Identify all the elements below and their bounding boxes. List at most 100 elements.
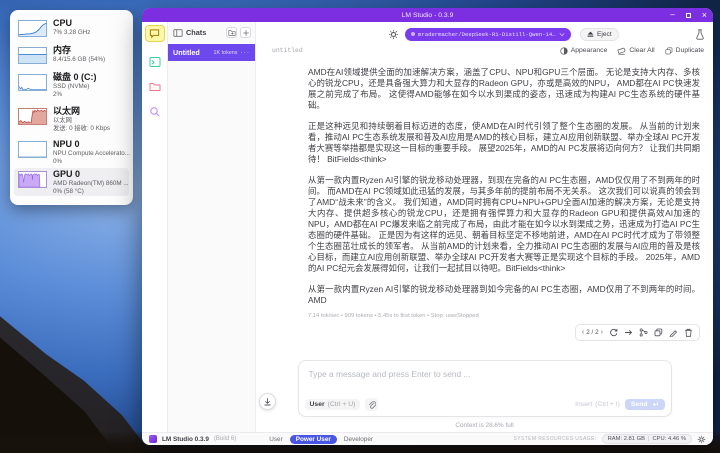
eject-label: Eject <box>597 31 612 38</box>
chat-token-count: 1K tokens <box>214 50 238 56</box>
paperclip-icon <box>367 400 376 409</box>
half-circle-icon <box>560 47 568 55</box>
tab-discover[interactable] <box>148 105 162 119</box>
mode-tab-developer[interactable]: Developer <box>344 436 373 443</box>
resources-label: SYSTEM RESOURCES USAGE: <box>513 436 596 442</box>
status-bar: LM Studio 0.3.9 (Build 6) User Power Use… <box>142 432 713 445</box>
download-arrow-icon <box>263 397 272 406</box>
mode-tab-user[interactable]: User <box>269 436 283 443</box>
memory-row[interactable]: 内存 8.4/15.6 GB (54%) <box>14 44 129 71</box>
ethernet-row[interactable]: 以太网 以太网 发送: 0 接收: 0 Kbps <box>14 105 129 138</box>
folder-icon <box>149 81 161 93</box>
left-rail <box>142 22 168 432</box>
chat-breadcrumb: untitled <box>272 47 303 54</box>
chats-panel-title: Chats <box>186 28 206 37</box>
settings-gear-icon[interactable] <box>697 435 706 444</box>
cpu-graph <box>18 20 47 37</box>
gpu-row[interactable]: GPU 0 AMD Radeon(TM) 860M ... 0% (58 °C) <box>14 168 129 196</box>
delete-icon[interactable] <box>684 328 693 337</box>
chat-bubble-icon <box>149 28 160 39</box>
memory-usage: 8.4/15.6 GB (54%) <box>53 56 105 64</box>
ethernet-throughput: 发送: 0 接收: 0 Kbps <box>53 125 110 133</box>
assistant-message-paragraph: 从第一款内置Ryzen AI引擎的锐龙移动处理器，到现在完备的AI PC生态圈，… <box>308 175 700 274</box>
attach-file-button[interactable] <box>365 398 378 411</box>
lm-studio-window: LM Studio - 0.3.9 – × <box>142 8 713 445</box>
flask-icon[interactable] <box>695 29 705 40</box>
message-input[interactable]: Type a message and press Enter to send .… <box>298 360 672 417</box>
assistant-message-paragraph: 正是这种远见和持续朝着目标迈进的态度，使AMD在AI时代引领了整个生态圈的发展。… <box>308 121 700 165</box>
scroll-download-button[interactable] <box>259 393 276 410</box>
disk-graph <box>18 74 47 91</box>
previous-version-button[interactable]: ‹ <box>582 329 584 336</box>
new-chat-button[interactable] <box>240 27 251 38</box>
search-icon <box>149 106 161 118</box>
desktop: CPU 7% 3.28 GHz 内存 8.4/15.6 GB (54%) 磁盘 … <box>0 0 720 453</box>
regenerate-icon[interactable] <box>609 328 618 337</box>
cpu-row[interactable]: CPU 7% 3.28 GHz <box>14 17 129 44</box>
chat-more-button[interactable]: ··· <box>241 49 251 56</box>
minimize-button[interactable]: – <box>670 11 674 19</box>
tab-developer-console[interactable] <box>148 55 162 69</box>
context-usage-status: Context is 28.6% full <box>455 422 513 429</box>
gpu-graph <box>18 171 47 188</box>
panel-toggle-icon[interactable] <box>173 28 183 38</box>
model-status-dot <box>411 32 415 36</box>
npu-row[interactable]: NPU 0 NPU Compute Accelerato... 0% <box>14 138 129 168</box>
close-button[interactable]: × <box>702 11 707 20</box>
memory-graph <box>18 47 47 64</box>
ram-usage: RAM: 2.81 GB <box>608 436 645 442</box>
maximize-button[interactable] <box>686 13 691 18</box>
composer: Type a message and press Enter to send .… <box>256 360 713 432</box>
branch-icon[interactable] <box>639 328 648 337</box>
build-number: (Build 6) <box>214 436 236 442</box>
eraser-icon <box>617 46 626 55</box>
model-name: mradermacher/DeepSeek-R1-Distill-Qwen-14… <box>418 31 556 38</box>
main-area: mradermacher/DeepSeek-R1-Distill-Qwen-14… <box>256 22 713 432</box>
lm-studio-logo <box>149 435 157 443</box>
disk-row[interactable]: 磁盘 0 (C:) SSD (NVMe) 2% <box>14 71 129 105</box>
disk-type: SSD (NVMe) <box>53 83 97 91</box>
loaded-model-selector[interactable]: mradermacher/DeepSeek-R1-Distill-Qwen-14… <box>405 28 571 41</box>
role-selector-button[interactable]: User (Ctrl + U) <box>305 399 361 410</box>
edit-icon[interactable] <box>669 328 678 337</box>
mode-tab-power-user[interactable]: Power User <box>290 435 337 444</box>
message-thread: AMD在AI领域提供全面的加速解决方案，涵盖了CPU、NPU和GPU三个层面。 … <box>256 57 713 360</box>
cpu-usage-status: CPU: 4.46 % <box>652 436 686 442</box>
ethernet-graph <box>18 108 47 125</box>
message-action-bar: ‹ 2 / 2 › <box>575 324 700 341</box>
memory-title: 内存 <box>53 45 105 56</box>
gpu-name: AMD Radeon(TM) 860M ... <box>53 180 129 188</box>
disk-title: 磁盘 0 (C:) <box>53 72 97 83</box>
appearance-button[interactable]: Appearance <box>560 47 608 55</box>
tab-chat[interactable] <box>145 25 165 42</box>
send-button[interactable]: Send <box>625 399 665 410</box>
chat-list-item-untitled[interactable]: Untitled 1K tokens ··· <box>168 44 255 61</box>
version-pager: 2 / 2 <box>586 329 598 336</box>
npu-graph <box>18 141 47 158</box>
model-settings-gear-icon[interactable] <box>388 29 399 40</box>
cpu-usage: 7% 3.28 GHz <box>53 29 90 37</box>
enter-key-icon <box>651 401 659 408</box>
assistant-message-paragraph: 从第一款内置Ryzen AI引擎的锐龙移动处理器到如今完备的AI PC生态圈，A… <box>308 284 700 306</box>
tab-my-models[interactable] <box>148 80 162 94</box>
chats-panel: Chats Untitled 1K tokens ··· <box>168 22 256 432</box>
copy-icon[interactable] <box>654 328 663 337</box>
assistant-message-paragraph: AMD在AI领域提供全面的加速解决方案，涵盖了CPU、NPU和GPU三个层面。 … <box>308 67 700 111</box>
clear-all-button[interactable]: Clear All <box>617 46 654 55</box>
app-version: LM Studio 0.3.9 <box>162 436 209 443</box>
new-folder-button[interactable] <box>226 27 237 38</box>
gpu-title: GPU 0 <box>53 169 129 180</box>
npu-title: NPU 0 <box>53 139 130 150</box>
insert-button[interactable]: Insert (Ctrl + I) <box>575 401 620 408</box>
disk-usage: 2% <box>53 91 97 99</box>
cpu-title: CPU <box>53 18 90 29</box>
system-monitor-widget: CPU 7% 3.28 GHz 内存 8.4/15.6 GB (54%) 磁盘 … <box>10 10 133 205</box>
duplicate-button[interactable]: Duplicate <box>665 47 704 55</box>
generation-stats: 7.14 tok/sec • 909 tokens • 5.45s to fir… <box>308 313 700 319</box>
chevron-down-icon <box>559 32 565 37</box>
eject-model-button[interactable]: Eject <box>580 28 619 41</box>
resource-usage-pill[interactable]: RAM: 2.81 GB | CPU: 4.46 % <box>602 434 692 444</box>
next-version-button[interactable]: › <box>601 329 603 336</box>
continue-icon[interactable] <box>624 328 633 337</box>
gpu-usage: 0% (58 °C) <box>53 188 129 196</box>
